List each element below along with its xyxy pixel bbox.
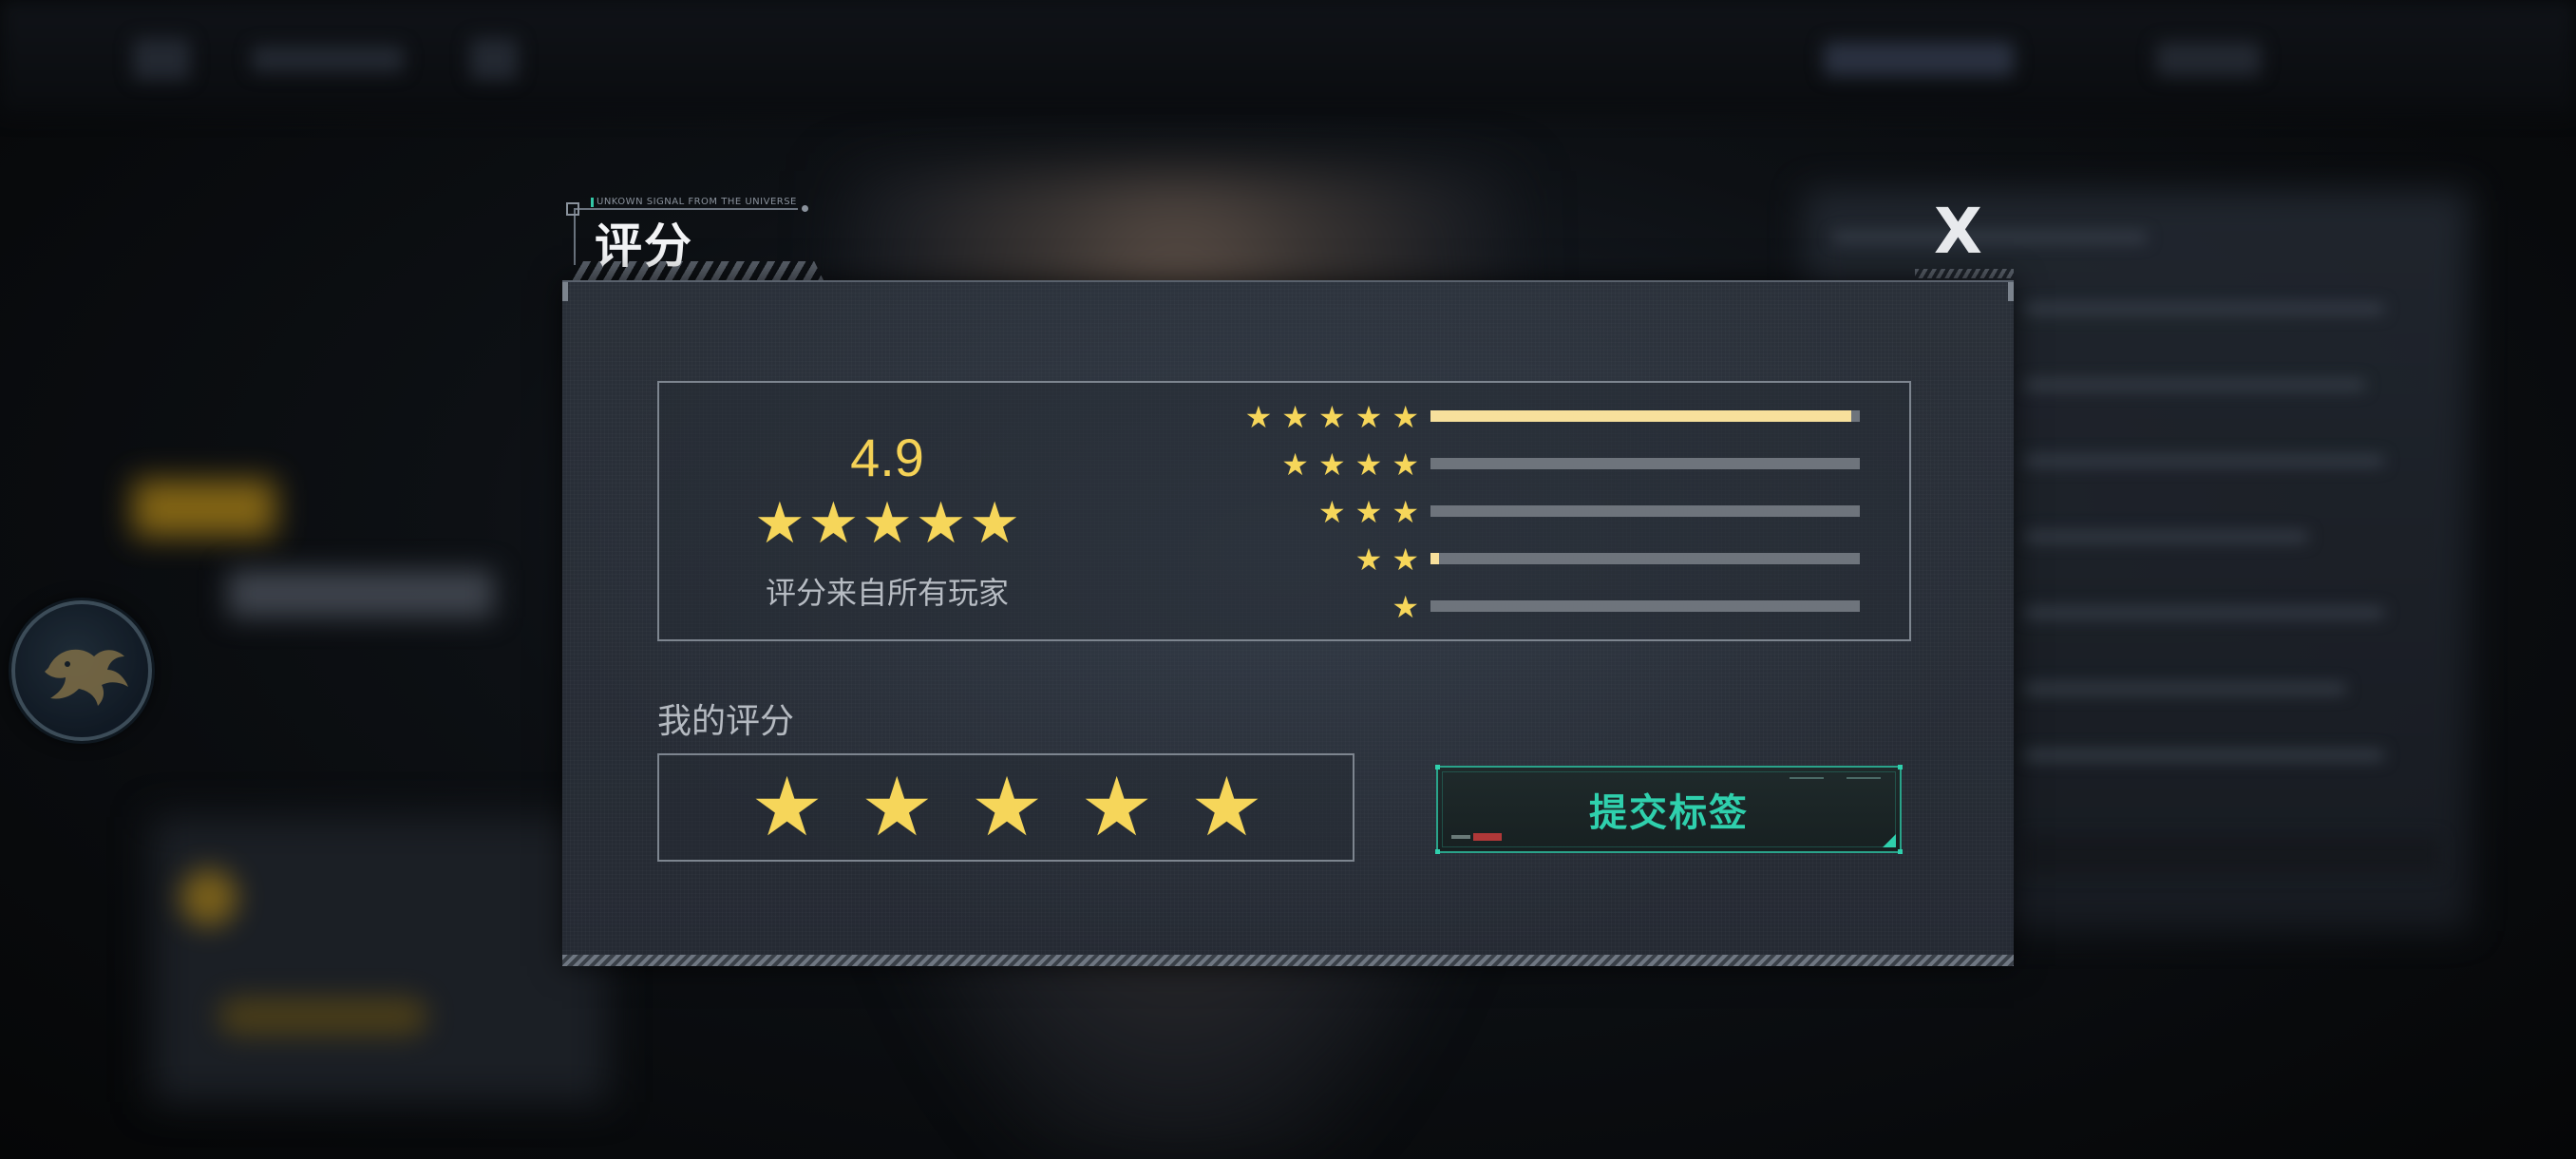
distribution-row-5-star: ★ ★ ★ ★ ★ bbox=[1163, 398, 1866, 436]
distribution-row-2-star: ★ ★ bbox=[1163, 541, 1866, 579]
star-icon: ★ bbox=[1354, 542, 1383, 578]
star-icon: ★ bbox=[1244, 399, 1273, 435]
modal-title-tab: UNKOWN SIGNAL FROM THE UNIVERSE 评分 bbox=[562, 195, 838, 282]
title-dot-icon bbox=[802, 205, 808, 212]
distribution-stars: ★ ★ ★ ★ ★ bbox=[1245, 398, 1419, 436]
background-line bbox=[2023, 380, 2365, 390]
title-accent-bar bbox=[591, 198, 594, 207]
star-icon: ★ bbox=[1317, 494, 1346, 530]
submit-corner-dot bbox=[1435, 849, 1440, 854]
star-icon: ★ bbox=[1354, 494, 1383, 530]
avatar-shade bbox=[15, 604, 148, 737]
title-corner-box-icon bbox=[566, 202, 579, 216]
star-icon[interactable]: ★ bbox=[750, 767, 824, 848]
distribution-stars: ★ ★ bbox=[1355, 541, 1419, 579]
background-tag bbox=[133, 480, 275, 537]
star-icon: ★ bbox=[1281, 399, 1309, 435]
star-icon: ★ bbox=[754, 490, 805, 557]
distribution-bar-track bbox=[1430, 458, 1860, 469]
star-icon: ★ bbox=[1392, 589, 1419, 625]
star-icon[interactable]: ★ bbox=[1080, 767, 1153, 848]
modal-corner-decoration bbox=[562, 282, 568, 301]
distribution-bar-track bbox=[1430, 410, 1860, 422]
background-top-currency bbox=[2156, 42, 2261, 76]
background-title bbox=[228, 570, 494, 618]
distribution-bar-track bbox=[1430, 600, 1860, 612]
distribution-row-4-star: ★ ★ ★ ★ bbox=[1163, 446, 1866, 484]
star-icon[interactable]: ★ bbox=[970, 767, 1043, 848]
my-rating-box: ★ ★ ★ ★ ★ bbox=[657, 753, 1354, 862]
star-icon: ★ bbox=[1281, 446, 1309, 483]
distribution-stars: ★ bbox=[1392, 588, 1419, 626]
background-line bbox=[2023, 304, 2384, 314]
close-hatch-decoration bbox=[1915, 269, 2014, 278]
submit-label: 提交标签 bbox=[1589, 791, 1749, 835]
submit-corner-dot bbox=[1435, 765, 1440, 770]
my-rating-stars: ★ ★ ★ ★ ★ bbox=[750, 755, 1263, 860]
submit-corner-dot bbox=[1898, 849, 1903, 854]
close-icon: X bbox=[1934, 195, 1982, 268]
average-stars: ★ ★ ★ ★ ★ bbox=[754, 495, 1020, 552]
background-line bbox=[2023, 608, 2384, 618]
background-top-text bbox=[252, 46, 404, 72]
star-icon: ★ bbox=[1392, 446, 1419, 483]
star-icon: ★ bbox=[807, 490, 860, 557]
modal-corner-decoration bbox=[2008, 282, 2014, 301]
star-icon: ★ bbox=[1317, 446, 1346, 483]
background-top-icon bbox=[470, 38, 518, 80]
star-icon: ★ bbox=[915, 490, 967, 557]
star-icon: ★ bbox=[1317, 399, 1346, 435]
avatar[interactable] bbox=[11, 600, 152, 741]
star-icon: ★ bbox=[1392, 399, 1419, 435]
distribution-bar-track bbox=[1430, 505, 1860, 517]
distribution-bar-track bbox=[1430, 553, 1860, 564]
background-line bbox=[2023, 684, 2346, 694]
distribution-bar-fill bbox=[1430, 410, 1851, 422]
background-line bbox=[2023, 750, 2384, 760]
distribution-row-1-star: ★ bbox=[1163, 588, 1866, 626]
star-icon: ★ bbox=[862, 490, 913, 557]
background-line bbox=[2023, 456, 2384, 466]
distribution-bar-fill bbox=[1430, 553, 1440, 564]
background-chip bbox=[218, 998, 427, 1036]
star-icon: ★ bbox=[1392, 542, 1419, 578]
distribution-row-3-star: ★ ★ ★ bbox=[1163, 493, 1866, 531]
modal-bottom-stripe bbox=[562, 955, 2014, 966]
star-icon: ★ bbox=[1354, 399, 1383, 435]
my-rating-label: 我的评分 bbox=[657, 702, 795, 741]
background-left-panel bbox=[152, 817, 608, 1102]
modal-title: 评分 bbox=[595, 218, 693, 274]
star-icon: ★ bbox=[1392, 494, 1419, 530]
rating-source-caption: 评分来自所有玩家 bbox=[765, 575, 1009, 611]
distribution-stars: ★ ★ ★ ★ bbox=[1281, 446, 1419, 484]
background-top-currency bbox=[1824, 42, 2014, 76]
submit-corner-dot bbox=[1898, 765, 1903, 770]
background-line bbox=[2023, 532, 2308, 542]
modal-subtitle: UNKOWN SIGNAL FROM THE UNIVERSE bbox=[597, 197, 797, 207]
star-icon: ★ bbox=[1354, 446, 1383, 483]
close-button[interactable]: X bbox=[1915, 195, 2014, 278]
distribution-stars: ★ ★ ★ bbox=[1318, 493, 1419, 531]
background-icon bbox=[180, 869, 237, 926]
star-icon[interactable]: ★ bbox=[861, 767, 934, 848]
background-top-icon bbox=[133, 38, 190, 80]
average-score: 4.9 bbox=[850, 428, 924, 487]
game-screen: UNKOWN SIGNAL FROM THE UNIVERSE 评分 X 4.9… bbox=[0, 0, 2576, 1159]
title-line-decoration bbox=[574, 208, 576, 265]
star-icon[interactable]: ★ bbox=[1190, 767, 1263, 848]
rating-summary: 4.9 ★ ★ ★ ★ ★ 评分来自所有玩家 ★ ★ ★ ★ ★ ★ ★ ★ ★ ★ ★ ★ ★ ★ ★ bbox=[657, 381, 1911, 641]
submit-corner-decoration bbox=[1883, 834, 1896, 847]
submit-button[interactable]: 提交标签 bbox=[1435, 765, 1903, 854]
star-icon: ★ bbox=[969, 490, 1020, 557]
background-line bbox=[2023, 836, 2441, 874]
